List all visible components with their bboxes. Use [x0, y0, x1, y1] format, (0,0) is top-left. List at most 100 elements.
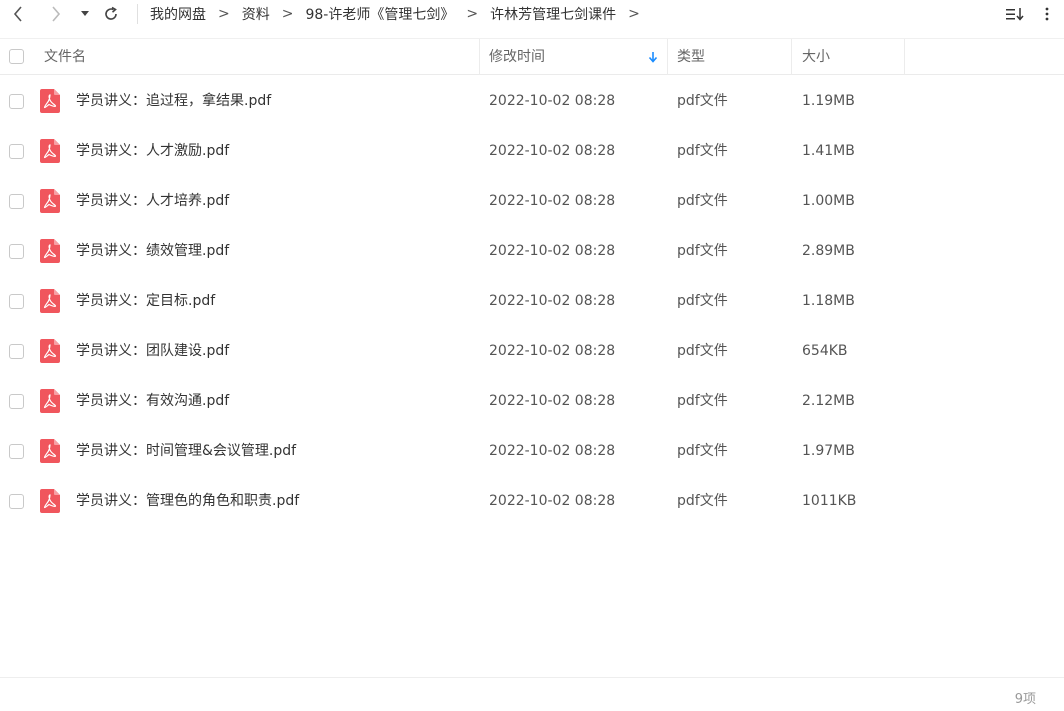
breadcrumb-item-course-folder[interactable]: 98-许老师《管理七剑》 [305, 4, 454, 24]
column-divider[interactable] [791, 39, 792, 75]
file-name[interactable]: 学员讲义：时间管理&会议管理.pdf [76, 426, 296, 476]
breadcrumb-item-current-folder[interactable]: 许林芳管理七剑课件 [490, 4, 616, 24]
footer-divider [0, 677, 1064, 678]
back-button[interactable] [6, 0, 30, 28]
item-count: 9项 [1014, 692, 1036, 707]
column-name[interactable]: 文件名 [44, 39, 86, 75]
column-divider[interactable] [667, 39, 668, 75]
refresh-button[interactable] [99, 0, 123, 28]
pdf-file-icon [40, 289, 60, 313]
file-size: 1.18MB [802, 293, 855, 309]
file-name[interactable]: 学员讲义：团队建设.pdf [76, 326, 229, 376]
file-browser: 我的网盘 > 资料 > 98-许老师《管理七剑》 > 许林芳管理七剑课件 > 文… [0, 0, 1064, 711]
file-type: pdf文件 [677, 293, 728, 309]
column-size[interactable]: 大小 [802, 39, 830, 75]
pdf-file-icon [40, 89, 60, 113]
row-checkbox[interactable] [9, 394, 24, 409]
breadcrumb-separator: > [218, 6, 230, 22]
refresh-icon [105, 6, 117, 20]
file-type: pdf文件 [677, 93, 728, 109]
file-size: 1.00MB [802, 193, 855, 209]
file-type: pdf文件 [677, 393, 728, 409]
file-modified: 2022-10-02 08:28 [489, 193, 616, 209]
breadcrumb-item-my-drive[interactable]: 我的网盘 [150, 4, 206, 24]
pdf-file-icon [40, 489, 60, 513]
file-name[interactable]: 学员讲义：定目标.pdf [76, 276, 215, 326]
table-row[interactable]: 学员讲义：绩效管理.pdf 2022-10-02 08:28 pdf文件 2.8… [0, 226, 1064, 276]
file-type: pdf文件 [677, 193, 728, 209]
file-size: 2.12MB [802, 393, 855, 409]
breadcrumb-separator: > [466, 6, 479, 22]
file-modified: 2022-10-02 08:28 [489, 443, 616, 459]
file-size: 1.97MB [802, 443, 855, 459]
column-divider[interactable] [904, 39, 905, 75]
pdf-file-icon [40, 389, 60, 413]
forward-button[interactable] [44, 0, 68, 28]
file-size: 1011KB [802, 493, 857, 509]
select-all-checkbox[interactable] [9, 49, 24, 64]
file-modified: 2022-10-02 08:28 [489, 243, 616, 259]
pdf-file-icon [40, 439, 60, 463]
row-checkbox[interactable] [9, 244, 24, 259]
sort-view-button[interactable] [1002, 2, 1028, 26]
column-modified[interactable]: 修改时间 [489, 39, 545, 75]
file-name[interactable]: 学员讲义：绩效管理.pdf [76, 226, 229, 276]
file-modified: 2022-10-02 08:28 [489, 493, 616, 509]
table-row[interactable]: 学员讲义：时间管理&会议管理.pdf 2022-10-02 08:28 pdf文… [0, 426, 1064, 476]
table-row[interactable]: 学员讲义：管理色的角色和职责.pdf 2022-10-02 08:28 pdf文… [0, 476, 1064, 526]
file-name[interactable]: 学员讲义：人才培养.pdf [76, 176, 229, 226]
file-name[interactable]: 学员讲义：追过程，拿结果.pdf [76, 76, 271, 126]
file-modified: 2022-10-02 08:28 [489, 93, 616, 109]
table-row[interactable]: 学员讲义：追过程，拿结果.pdf 2022-10-02 08:28 pdf文件 … [0, 76, 1064, 126]
file-list: 学员讲义：追过程，拿结果.pdf 2022-10-02 08:28 pdf文件 … [0, 76, 1064, 526]
file-modified: 2022-10-02 08:28 [489, 293, 616, 309]
row-checkbox[interactable] [9, 444, 24, 459]
file-modified: 2022-10-02 08:28 [489, 393, 616, 409]
chevron-left-icon [13, 6, 22, 22]
caret-down-icon [81, 11, 89, 16]
breadcrumb: 我的网盘 > 资料 > 98-许老师《管理七剑》 > 许林芳管理七剑课件 > [150, 0, 652, 28]
toolbar-divider [137, 4, 138, 24]
file-size: 2.89MB [802, 243, 855, 259]
file-name[interactable]: 学员讲义：管理色的角色和职责.pdf [76, 476, 299, 526]
row-checkbox[interactable] [9, 94, 24, 109]
pdf-file-icon [40, 339, 60, 363]
file-size: 1.19MB [802, 93, 855, 109]
column-type[interactable]: 类型 [677, 39, 705, 75]
row-checkbox[interactable] [9, 294, 24, 309]
table-row[interactable]: 学员讲义：人才培养.pdf 2022-10-02 08:28 pdf文件 1.0… [0, 176, 1064, 226]
row-checkbox[interactable] [9, 494, 24, 509]
file-type: pdf文件 [677, 443, 728, 459]
navigation-bar: 我的网盘 > 资料 > 98-许老师《管理七剑》 > 许林芳管理七剑课件 > [0, 0, 1064, 28]
sort-list-icon [1006, 8, 1024, 21]
column-header: 文件名 修改时间 类型 大小 [0, 38, 1064, 75]
table-row[interactable]: 学员讲义：定目标.pdf 2022-10-02 08:28 pdf文件 1.18… [0, 276, 1064, 326]
file-size: 1.41MB [802, 143, 855, 159]
file-name[interactable]: 学员讲义：人才激励.pdf [76, 126, 229, 176]
more-vertical-icon [1045, 7, 1049, 21]
file-type: pdf文件 [677, 343, 728, 359]
row-checkbox[interactable] [9, 144, 24, 159]
column-divider[interactable] [479, 39, 480, 75]
file-name[interactable]: 学员讲义：有效沟通.pdf [76, 376, 229, 426]
file-size: 654KB [802, 343, 848, 359]
table-row[interactable]: 学员讲义：团队建设.pdf 2022-10-02 08:28 pdf文件 654… [0, 326, 1064, 376]
file-type: pdf文件 [677, 243, 728, 259]
breadcrumb-separator: > [628, 6, 640, 22]
more-options-button[interactable] [1034, 2, 1060, 26]
pdf-file-icon [40, 239, 60, 263]
breadcrumb-separator: > [281, 6, 294, 22]
file-modified: 2022-10-02 08:28 [489, 343, 616, 359]
pdf-file-icon [40, 189, 60, 213]
file-modified: 2022-10-02 08:28 [489, 143, 616, 159]
row-checkbox[interactable] [9, 194, 24, 209]
table-row[interactable]: 学员讲义：人才激励.pdf 2022-10-02 08:28 pdf文件 1.4… [0, 126, 1064, 176]
arrow-down-icon [648, 52, 658, 63]
row-checkbox[interactable] [9, 344, 24, 359]
pdf-file-icon [40, 139, 60, 163]
file-type: pdf文件 [677, 143, 728, 159]
chevron-right-icon [52, 6, 61, 22]
table-row[interactable]: 学员讲义：有效沟通.pdf 2022-10-02 08:28 pdf文件 2.1… [0, 376, 1064, 426]
history-dropdown-button[interactable] [74, 0, 96, 28]
breadcrumb-item-materials[interactable]: 资料 [242, 4, 270, 24]
